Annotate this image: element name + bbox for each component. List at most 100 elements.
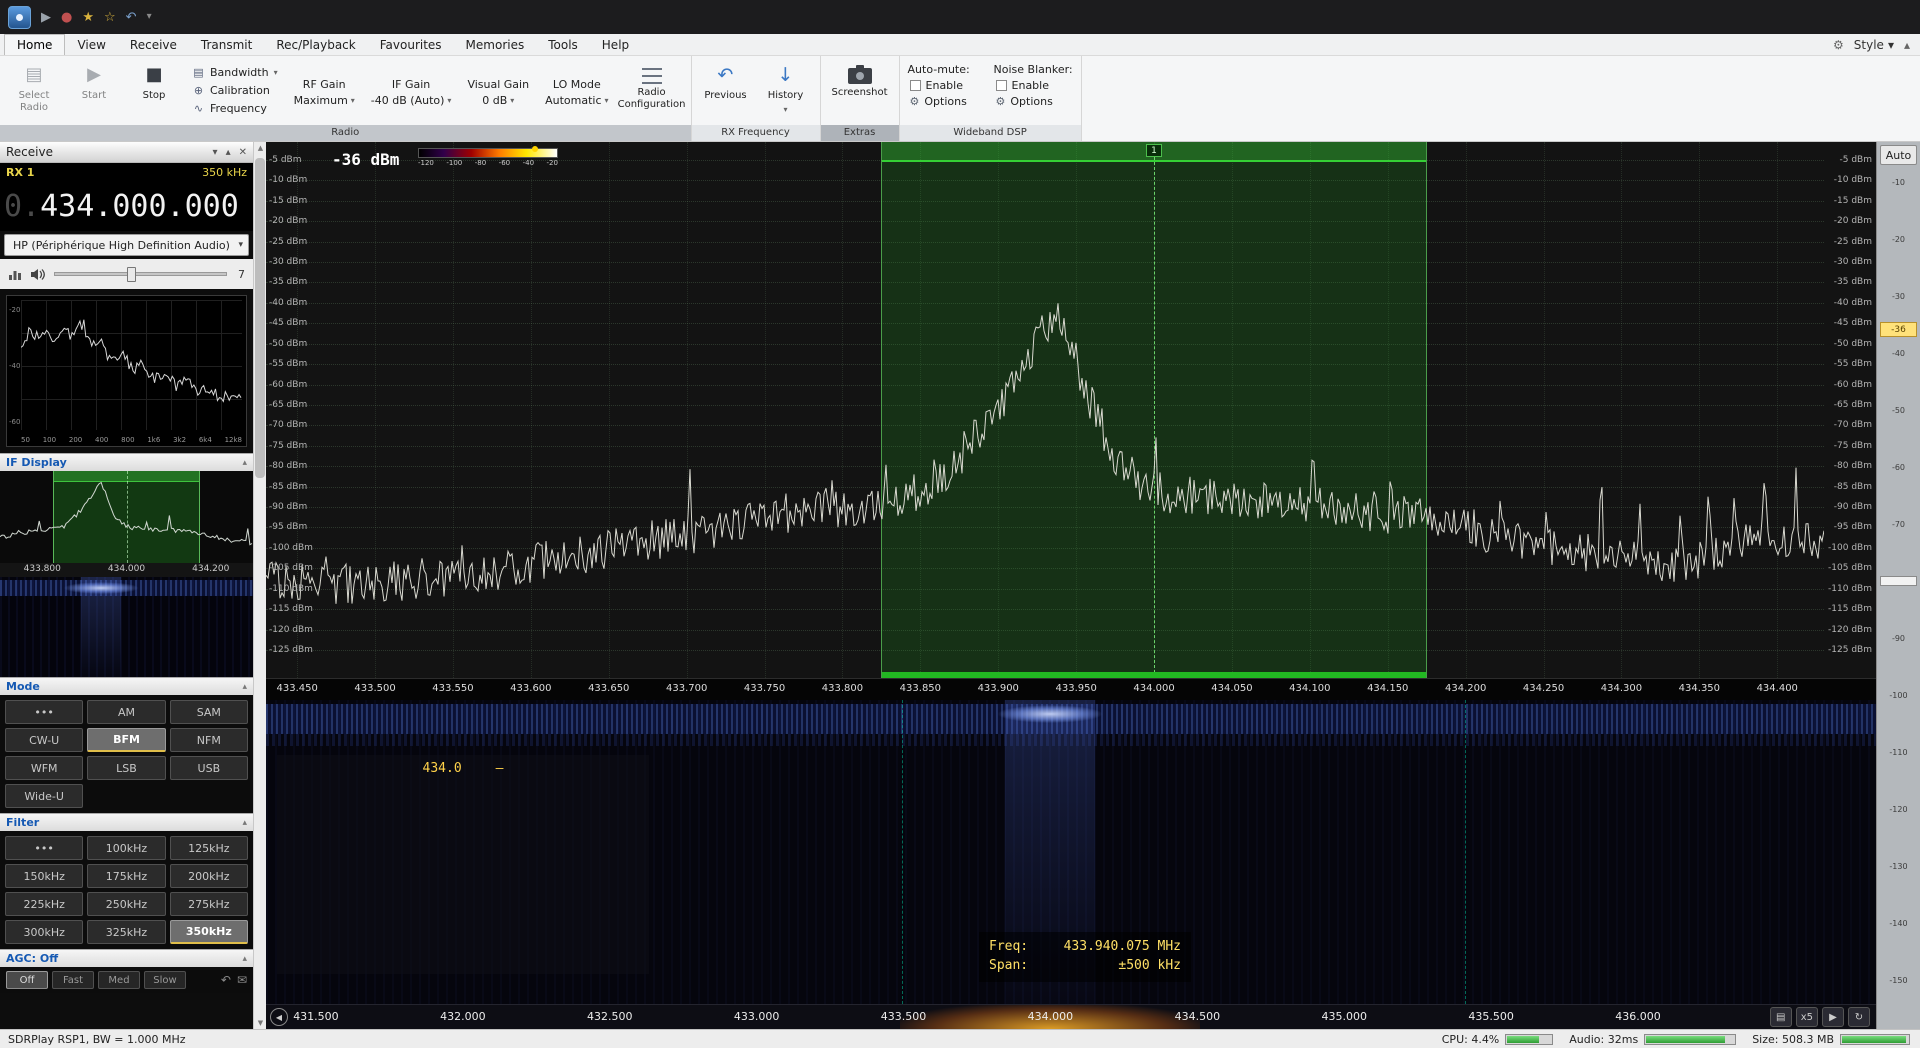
menu-tab-rec-playback[interactable]: Rec/Playback	[264, 34, 367, 55]
mode-am[interactable]: AM	[87, 700, 165, 724]
style-selector[interactable]: Style ▾	[1854, 38, 1894, 52]
mode-wfm[interactable]: WFM	[5, 756, 83, 780]
play-icon[interactable]: ▶	[41, 11, 51, 24]
mode-sam[interactable]: SAM	[170, 700, 248, 724]
menu-tab-tools[interactable]: Tools	[536, 34, 590, 55]
filter-header[interactable]: Filter ▴	[0, 813, 253, 831]
frequency-button[interactable]: ∿ Frequency	[188, 101, 282, 116]
rf-gain-button[interactable]: RF Gain Maximum▾	[290, 61, 359, 123]
lo-mode-button[interactable]: LO Mode Automatic▾	[541, 61, 612, 123]
filter-275khz[interactable]: 275kHz	[170, 892, 248, 916]
start-button[interactable]: ▶ Start	[68, 61, 120, 123]
app-logo[interactable]	[8, 6, 31, 29]
mode-usb[interactable]: USB	[170, 756, 248, 780]
favourite-icon[interactable]: ★	[82, 11, 94, 24]
scroll-left-button[interactable]: ◀	[270, 1008, 288, 1026]
history-button[interactable]: ↓ History ▾	[760, 61, 812, 123]
if-gain-button[interactable]: IF Gain -40 dB (Auto)▾	[367, 61, 456, 123]
mode-lsb[interactable]: LSB	[87, 756, 165, 780]
zoom-button[interactable]: x5	[1796, 1007, 1818, 1027]
contrast-handle-low[interactable]	[1880, 576, 1917, 586]
filter-250khz[interactable]: 250kHz	[87, 892, 165, 916]
volume-slider[interactable]	[54, 272, 227, 276]
filter-175khz[interactable]: 175kHz	[87, 864, 165, 888]
radio-configuration-button[interactable]: RadioConfiguration	[621, 61, 683, 123]
resume-button[interactable]: ↻	[1848, 1007, 1870, 1027]
theme-icon[interactable]: ⚙	[1833, 38, 1844, 52]
mode-[interactable]: •••	[5, 700, 83, 724]
filter-325khz[interactable]: 325kHz	[87, 920, 165, 944]
panel-close-icon[interactable]: ✕	[239, 147, 247, 158]
if-display-header[interactable]: IF Display ▴	[0, 453, 253, 471]
mode-wideu[interactable]: Wide-U	[5, 784, 83, 808]
receive-panel-header[interactable]: Receive ▾ ▴ ✕	[0, 142, 253, 163]
volume-thumb[interactable]	[127, 267, 136, 282]
mode-header[interactable]: Mode ▴	[0, 677, 253, 695]
panel-pin-icon[interactable]: ▴	[226, 147, 231, 158]
mail-icon[interactable]: ✉	[237, 973, 247, 987]
spectrum-display[interactable]: 1 -5 dBm-10 dBm-15 dBm-20 dBm-25 dBm-30 …	[266, 142, 1876, 678]
agc-fast[interactable]: Fast	[52, 971, 94, 989]
undo-icon[interactable]: ↶	[221, 973, 231, 987]
customize-toolbar-icon[interactable]: ▾	[147, 12, 152, 22]
bandwidth-button[interactable]: ▤ Bandwidth ▾	[188, 65, 282, 80]
mode-cwu[interactable]: CW-U	[5, 728, 83, 752]
filter-125khz[interactable]: 125kHz	[170, 836, 248, 860]
marker-1[interactable]: 1	[1146, 144, 1162, 157]
calibration-button[interactable]: ⊕ Calibration	[188, 83, 282, 98]
agc-off[interactable]: Off	[6, 971, 48, 989]
menu-tab-favourites[interactable]: Favourites	[368, 34, 454, 55]
filter-100khz[interactable]: 100kHz	[87, 836, 165, 860]
menu-tab-view[interactable]: View	[65, 34, 117, 55]
visual-gain-button[interactable]: Visual Gain 0 dB▾	[463, 61, 533, 123]
favourite-add-icon[interactable]: ☆	[104, 11, 116, 24]
filter-150khz[interactable]: 150kHz	[5, 864, 83, 888]
filter-[interactable]: •••	[5, 836, 83, 860]
mode-nfm[interactable]: NFM	[170, 728, 248, 752]
filter-225khz[interactable]: 225kHz	[5, 892, 83, 916]
agc-med[interactable]: Med	[98, 971, 140, 989]
menu-tab-home[interactable]: Home	[4, 34, 65, 55]
scroll-right-button[interactable]: ▶	[1822, 1007, 1844, 1027]
menu-tab-transmit[interactable]: Transmit	[189, 34, 264, 55]
screenshot-button[interactable]: Screenshot	[829, 61, 891, 123]
audio-spectrum-icon[interactable]	[8, 268, 22, 280]
agc-slow[interactable]: Slow	[144, 971, 186, 989]
panel-menu-icon[interactable]: ▾	[213, 147, 218, 158]
collapse-icon[interactable]: ▴	[242, 954, 247, 964]
if-spectrum[interactable]	[0, 471, 253, 563]
collapse-icon[interactable]: ▴	[242, 682, 247, 692]
sidebar-scrollbar[interactable]: ▲ ▼	[253, 142, 266, 1029]
noise-blanker-enable[interactable]: Enable	[994, 79, 1073, 92]
passband-selection[interactable]: 1	[881, 142, 1426, 678]
spectrum-plot[interactable]: 1 -5 dBm-10 dBm-15 dBm-20 dBm-25 dBm-30 …	[266, 142, 1824, 678]
waterfall-scale[interactable]: ◀ 431.500432.000432.500433.000433.500434…	[266, 1004, 1876, 1029]
waterfall-display[interactable]: 434.0 – Freq: 433.940.075 MHz Span: ±500…	[266, 700, 1876, 1004]
automute-enable-checkbox[interactable]	[910, 80, 921, 91]
filter-350khz[interactable]: 350kHz	[170, 920, 248, 944]
select-radio-button[interactable]: ▤ SelectRadio	[8, 61, 60, 123]
agc-header[interactable]: AGC: Off ▴	[0, 949, 253, 967]
undo-icon[interactable]: ↶	[126, 11, 137, 24]
stop-button[interactable]: ■ Stop	[128, 61, 180, 123]
menu-tab-receive[interactable]: Receive	[118, 34, 189, 55]
waterfall-contrast-strip[interactable]: Auto -10-20-30-40-50-60-70-80-90-100-110…	[1876, 142, 1920, 1029]
audio-device-select[interactable]: HP (Périphérique High Definition Audio) …	[4, 234, 249, 256]
noise-blanker-options[interactable]: ⚙ Options	[994, 95, 1073, 108]
keyboard-button[interactable]: ▤	[1770, 1007, 1792, 1027]
frequency-display[interactable]: 0.434.000.000	[0, 181, 253, 231]
speaker-icon[interactable]	[30, 268, 46, 281]
collapse-icon[interactable]: ▴	[242, 458, 247, 468]
noise-blanker-enable-checkbox[interactable]	[996, 80, 1007, 91]
scroll-thumb[interactable]	[255, 158, 265, 478]
record-icon[interactable]: ●	[61, 11, 72, 24]
automute-enable[interactable]: Enable	[908, 79, 986, 92]
menu-tab-help[interactable]: Help	[590, 34, 641, 55]
previous-button[interactable]: ↶ Previous	[700, 61, 752, 123]
pin-ribbon-icon[interactable]: ▴	[1904, 38, 1910, 52]
frequency-ruler[interactable]: 433.450433.500433.550433.600433.650433.7…	[266, 678, 1876, 700]
automute-options[interactable]: ⚙ Options	[908, 95, 986, 108]
filter-200khz[interactable]: 200kHz	[170, 864, 248, 888]
filter-300khz[interactable]: 300kHz	[5, 920, 83, 944]
mini-waterfall[interactable]	[0, 577, 253, 677]
